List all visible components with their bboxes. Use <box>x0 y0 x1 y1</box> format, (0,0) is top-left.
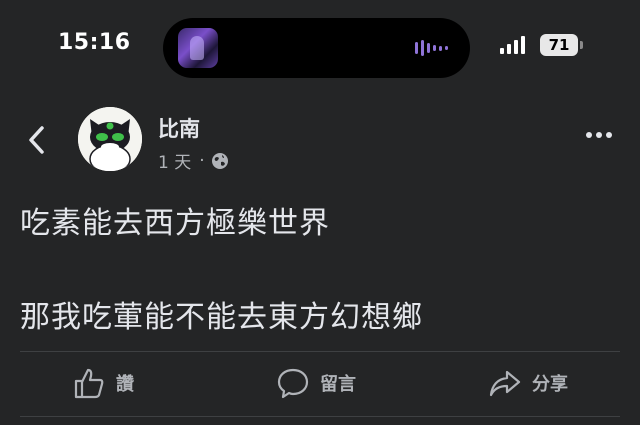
post-text-line: 那我吃葷能不能去東方幻想鄉 <box>20 300 423 335</box>
comment-bubble-icon <box>277 368 309 399</box>
back-button[interactable] <box>24 124 50 156</box>
globe-icon <box>211 152 228 169</box>
battery-indicator: 71 <box>540 34 578 56</box>
meta-separator: · <box>199 150 205 171</box>
more-dot <box>606 132 612 138</box>
like-label: 讚 <box>116 374 134 395</box>
share-label: 分享 <box>532 374 568 395</box>
clock-time: 15:16 <box>58 30 131 55</box>
cellular-signal-icon <box>500 36 525 54</box>
dynamic-island[interactable] <box>163 18 470 78</box>
share-arrow-icon <box>489 370 521 397</box>
author-name[interactable]: 比南 <box>158 113 200 143</box>
post-meta: 1 天 · <box>158 148 229 173</box>
more-dot <box>596 132 602 138</box>
divider <box>20 351 620 352</box>
audio-waveform-icon <box>415 40 448 56</box>
chevron-left-icon <box>29 126 44 154</box>
comment-button[interactable]: 留言 <box>276 366 356 400</box>
author-avatar[interactable] <box>78 107 142 171</box>
more-options-button[interactable] <box>586 132 612 138</box>
post-timestamp[interactable]: 1 天 <box>158 148 191 173</box>
comment-label: 留言 <box>320 374 356 395</box>
more-horizontal-icon <box>586 132 592 138</box>
post-text-line: 吃素能去西方極樂世界 <box>20 206 330 241</box>
battery-cap <box>580 41 583 49</box>
cat-avatar-illustration <box>78 107 142 171</box>
share-button[interactable]: 分享 <box>488 366 568 400</box>
now-playing-artwork-icon[interactable] <box>178 28 218 68</box>
like-button[interactable]: 讚 <box>72 366 134 400</box>
divider <box>20 416 620 417</box>
thumbs-up-icon <box>74 368 104 399</box>
status-bar: 15:16 71 <box>0 0 640 95</box>
